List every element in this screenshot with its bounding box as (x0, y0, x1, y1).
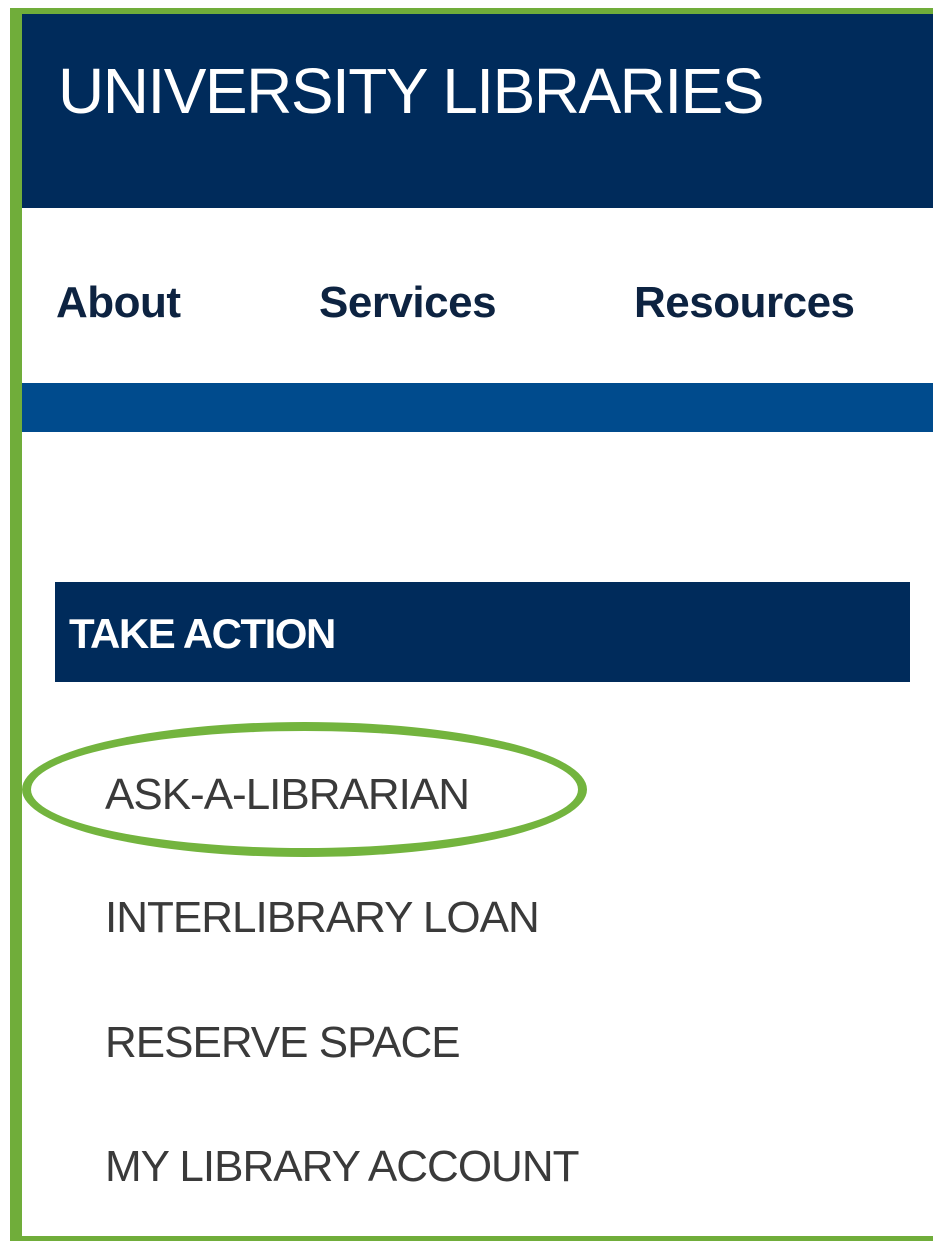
site-title[interactable]: UNIVERSITY LIBRARIES (58, 54, 765, 128)
interlibrary-loan-link[interactable]: INTERLIBRARY LOAN (105, 893, 540, 943)
main-nav: About Services Resources (22, 208, 933, 383)
take-action-heading-bar: TAKE ACTION (55, 582, 910, 682)
nav-item-resources[interactable]: Resources (634, 278, 855, 328)
annotation-border-left (10, 8, 22, 1239)
reserve-space-link[interactable]: RESERVE SPACE (105, 1018, 461, 1068)
annotation-border-bottom (10, 1236, 933, 1241)
my-library-account-link[interactable]: MY LIBRARY ACCOUNT (105, 1142, 579, 1192)
page-frame: UNIVERSITY LIBRARIES About Services Reso… (0, 0, 933, 1247)
ask-a-librarian-link[interactable]: ASK-A-LIBRARIAN (105, 770, 470, 820)
site-header: UNIVERSITY LIBRARIES (22, 14, 933, 208)
annotation-border-top (10, 8, 933, 14)
nav-accent-bar (22, 383, 933, 432)
nav-item-services[interactable]: Services (319, 278, 497, 328)
nav-item-about[interactable]: About (56, 278, 181, 328)
take-action-heading: TAKE ACTION (69, 610, 336, 657)
